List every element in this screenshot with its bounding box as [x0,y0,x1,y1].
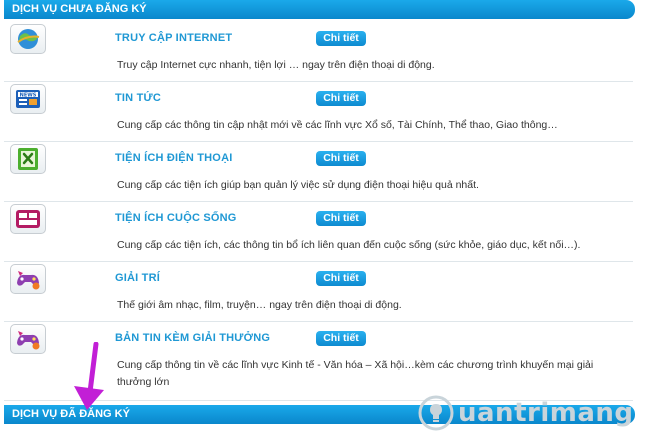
service-description: Cung cấp các tiện ích giúp bạn quản lý v… [117,179,479,191]
service-row-internet: TRUY CẬP INTERNET Chi tiết Truy cập Inte… [4,22,633,82]
service-description: Thế giới âm nhạc, film, truyện… ngay trê… [117,299,402,311]
life-utility-icon [10,204,46,234]
detail-button-news[interactable]: Chi tiết [316,91,366,106]
service-title[interactable]: TIN TỨC [115,92,161,104]
service-title[interactable]: TIỆN ÍCH CUỘC SỐNG [115,212,237,224]
service-row-entertainment: GIẢI TRÍ Chi tiết Thế giới âm nhạc, film… [4,262,633,322]
service-title[interactable]: TIỆN ÍCH ĐIỆN THOẠI [115,152,232,164]
entertainment-icon [10,264,46,294]
prize-news-icon [10,324,46,354]
watermark-text: uantrimang [458,398,634,428]
news-icon: NEWS [10,84,46,114]
service-row-life-utilities: TIỆN ÍCH CUỘC SỐNG Chi tiết Cung cấp các… [4,202,633,262]
service-description: Truy cập Internet cực nhanh, tiện lợi … … [117,59,435,71]
service-title[interactable]: BẢN TIN KÈM GIẢI THƯỞNG [115,332,270,344]
arrow-annotation-icon [74,342,104,410]
service-title[interactable]: GIẢI TRÍ [115,272,160,284]
globe-icon [10,24,46,54]
unregistered-services-header: DỊCH VỤ CHƯA ĐĂNG KÝ [4,0,635,19]
detail-button-entertainment[interactable]: Chi tiết [316,271,366,286]
phone-tools-icon [10,144,46,174]
detail-button-internet[interactable]: Chi tiết [316,31,366,46]
service-description: Cung cấp các thông tin cập nhật mới về c… [117,119,558,131]
lightbulb-icon [418,395,454,431]
service-row-phone-utilities: TIỆN ÍCH ĐIỆN THOẠI Chi tiết Cung cấp cá… [4,142,633,202]
detail-button-phone-utilities[interactable]: Chi tiết [316,151,366,166]
svg-text:NEWS: NEWS [20,92,37,98]
service-description: Cung cấp các tiện ích, các thông tin bổ … [117,239,581,251]
detail-button-prize-news[interactable]: Chi tiết [316,331,366,346]
service-description: Cung cấp thông tin về các lĩnh vực Kinh … [117,359,594,388]
service-row-news: NEWS TIN TỨC Chi tiết Cung cấp các thông… [4,82,633,142]
detail-button-life-utilities[interactable]: Chi tiết [316,211,366,226]
service-title[interactable]: TRUY CẬP INTERNET [115,32,232,44]
watermark: uantrimang [418,393,634,433]
